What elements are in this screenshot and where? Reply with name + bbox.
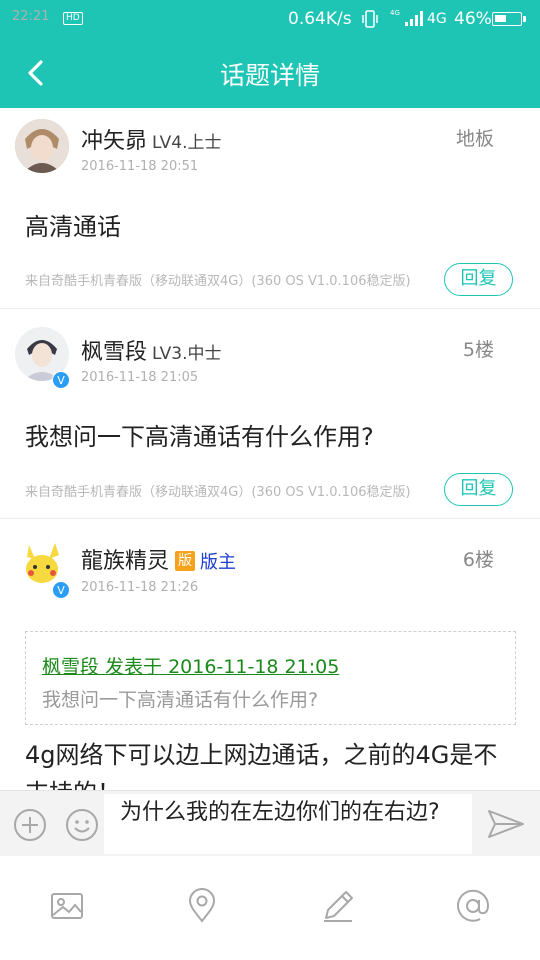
status-bar: 22:21 HD 0.64K/s 4G 4G 46%: [0, 0, 540, 38]
reply-input-bar: 为什么我的在左边你们的在右边?: [0, 790, 540, 856]
page-title: 话题详情: [219, 61, 320, 90]
floor-label: 5楼: [462, 339, 494, 361]
reply-button[interactable]: 回复: [444, 473, 513, 506]
moderator-badge: 版: [175, 551, 196, 571]
bottom-toolbar: [0, 856, 540, 960]
quote-text: 我想问一下高清通话有什么作用?: [42, 689, 319, 711]
battery-level: [495, 15, 506, 22]
quote-block: 枫雪段 发表于 2016-11-18 21:05 我想问一下高清通话有什么作用?: [25, 631, 516, 725]
username[interactable]: 冲矢昴 LV4.上士: [81, 123, 221, 155]
battery-percent: 46%: [454, 9, 492, 29]
post-content: 高清通话: [25, 213, 121, 241]
avatar-image: [15, 119, 69, 173]
post-item: V 枫雪段 LV3.中士 5楼 2016-11-18 21:05 我想问一下高清通…: [0, 309, 540, 519]
network-type: 4G: [427, 11, 447, 27]
post-time: 2016-11-18 21:05: [81, 370, 199, 385]
username-text: 枫雪段: [81, 340, 148, 365]
battery-tip: [523, 16, 526, 22]
user-level: LV3.中士: [152, 344, 222, 364]
vibrate-icon: [362, 10, 378, 28]
signal-label: 4G: [390, 9, 400, 17]
post-content: 我想问一下高清通话有什么作用?: [25, 423, 374, 451]
hd-badge: HD: [63, 12, 83, 25]
username[interactable]: 枫雪段 LV3.中士: [81, 334, 221, 366]
user-role: 版主: [200, 552, 237, 573]
device-info: 来自奇酷手机青春版（移动联通双4G）(360 OS V1.0.106稳定版): [25, 485, 411, 500]
status-time: 22:21: [12, 9, 50, 24]
verified-badge: V: [52, 371, 70, 389]
post-time: 2016-11-18 21:26: [81, 580, 199, 595]
reply-button[interactable]: 回复: [444, 263, 513, 296]
net-speed: 0.64K/s: [288, 9, 352, 29]
username-text: 龍族精灵: [81, 549, 170, 574]
username[interactable]: 龍族精灵版版主: [81, 543, 236, 575]
avatar[interactable]: [15, 119, 69, 173]
floor-label: 6楼: [462, 549, 494, 571]
post-item: 冲矢昴 LV4.上士 地板 2016-11-18 20:51 高清通话 来自奇酷手…: [0, 108, 540, 309]
user-level: LV4.上士: [152, 133, 222, 153]
username-text: 冲矢昴: [81, 129, 148, 154]
reply-input-text: 为什么我的在左边你们的在右边?: [120, 800, 440, 825]
add-icon[interactable]: [13, 808, 47, 842]
edit-icon[interactable]: [320, 888, 356, 924]
image-icon[interactable]: [49, 888, 85, 924]
quote-link[interactable]: 枫雪段 发表于 2016-11-18 21:05: [42, 652, 339, 679]
send-icon[interactable]: [486, 807, 526, 841]
emoji-icon[interactable]: [65, 808, 99, 842]
title-bar: 话题详情: [0, 38, 540, 108]
at-icon[interactable]: [455, 888, 491, 924]
reply-input[interactable]: 为什么我的在左边你们的在右边?: [104, 794, 472, 854]
post-time: 2016-11-18 20:51: [81, 159, 199, 174]
signal-icon: [405, 11, 423, 26]
battery-icon: [492, 12, 522, 26]
verified-badge: V: [52, 581, 70, 599]
location-icon[interactable]: [184, 888, 220, 924]
device-info: 来自奇酷手机青春版（移动联通双4G）(360 OS V1.0.106稳定版): [25, 274, 411, 289]
floor-label: 地板: [455, 128, 494, 150]
